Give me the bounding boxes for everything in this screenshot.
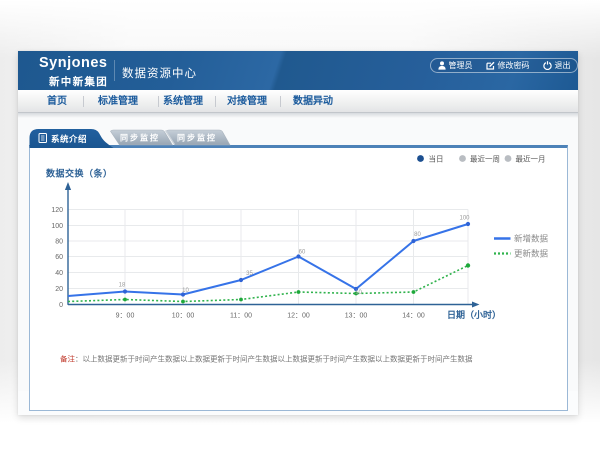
svg-text:当日: 当日 <box>429 154 444 164</box>
svg-text:最近一月: 最近一月 <box>516 154 546 164</box>
svg-text:18: 18 <box>119 283 126 289</box>
svg-text:35: 35 <box>246 271 253 277</box>
svg-text:40: 40 <box>55 270 63 277</box>
svg-text:20: 20 <box>55 286 63 293</box>
svg-text:数据交换（条）: 数据交换（条） <box>46 168 113 179</box>
svg-text:最近一周: 最近一周 <box>470 154 500 164</box>
svg-text:80: 80 <box>414 232 421 238</box>
svg-text:11：00: 11：00 <box>230 313 252 320</box>
svg-text:10：00: 10：00 <box>172 313 195 320</box>
svg-text:60: 60 <box>299 250 306 256</box>
svg-text:120: 120 <box>51 207 63 214</box>
svg-text:60: 60 <box>55 254 63 261</box>
svg-text:100: 100 <box>51 223 63 230</box>
svg-text:12：00: 12：00 <box>287 313 310 320</box>
svg-text:9：00: 9：00 <box>116 313 135 320</box>
svg-text:同步监控: 同步监控 <box>177 133 217 143</box>
svg-text:100: 100 <box>459 216 470 222</box>
svg-text:备注：以上数据更新于时间产生数据以上数据更新于时间产生数据以: 备注：以上数据更新于时间产生数据以上数据更新于时间产生数据以上数据更新于时间产生… <box>60 354 473 364</box>
svg-text:0: 0 <box>59 302 63 309</box>
svg-text:13：00: 13：00 <box>345 313 368 320</box>
svg-text:10: 10 <box>355 290 362 296</box>
svg-text:系统介绍: 系统介绍 <box>51 134 87 144</box>
svg-text:80: 80 <box>55 239 63 246</box>
svg-text:新增数据: 新增数据 <box>514 234 549 244</box>
svg-text:日期（小时）: 日期（小时） <box>447 309 501 320</box>
svg-text:更新数据: 更新数据 <box>514 249 549 259</box>
svg-text:同步监控: 同步监控 <box>120 133 160 143</box>
svg-text:14：00: 14：00 <box>402 313 425 320</box>
svg-text:10: 10 <box>182 288 189 294</box>
